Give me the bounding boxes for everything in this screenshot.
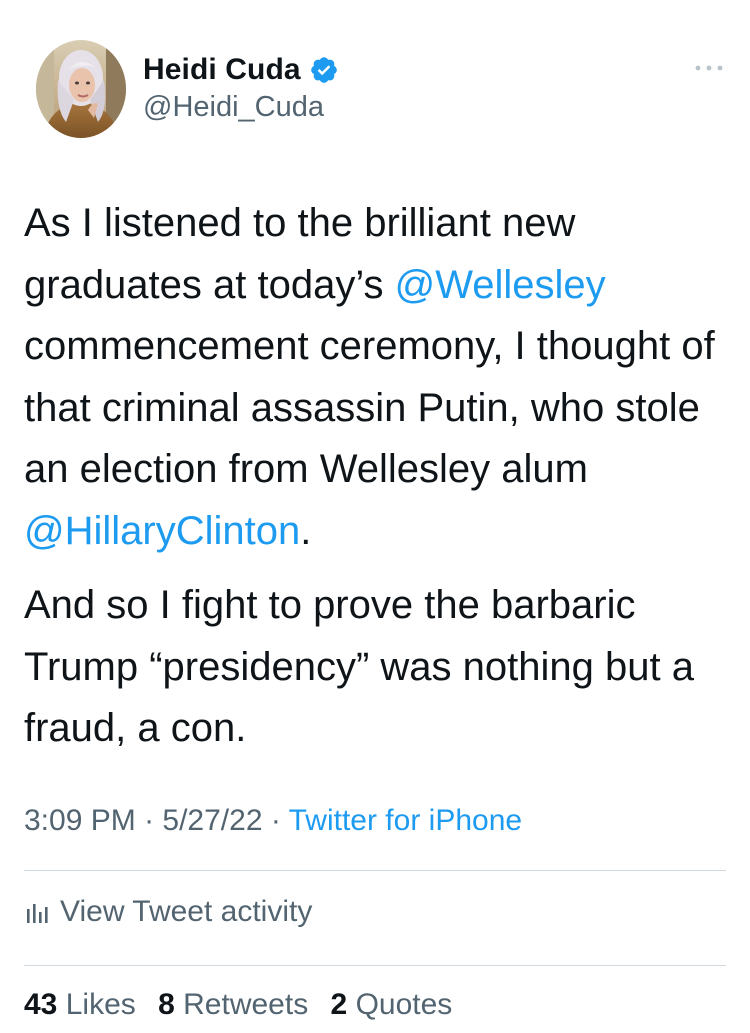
tweet-paragraph-1: As I listened to the brilliant new gradu… <box>24 193 724 562</box>
view-tweet-activity-button[interactable]: View Tweet activity <box>24 895 312 929</box>
tweet-text: As I listened to the brilliant new gradu… <box>24 193 724 760</box>
handle[interactable]: @Heidi_Cuda <box>143 91 324 124</box>
tweet-date[interactable]: 5/27/22 <box>162 804 262 837</box>
view-tweet-activity-label: View Tweet activity <box>60 895 313 928</box>
quotes-stat[interactable]: 2 Quotes <box>331 988 453 1021</box>
tweet-text-segment: . <box>300 508 312 553</box>
likes-stat[interactable]: 43 Likes <box>24 988 136 1021</box>
meta-separator: · <box>135 804 163 837</box>
verified-badge-icon <box>309 55 339 85</box>
retweets-stat[interactable]: 8 Retweets <box>158 988 308 1021</box>
likes-label: Likes <box>65 988 136 1021</box>
quotes-count: 2 <box>330 988 348 1021</box>
divider <box>24 965 726 966</box>
mention-link-wellesley[interactable]: @Wellesley <box>395 263 606 307</box>
tweet-text-segment: commencement ceremony, I thought of that… <box>24 324 715 491</box>
tweet-stats: 43 Likes 8 Retweets 2 Quotes <box>24 988 466 1022</box>
tweet-text-segment: And so I fight to prove the barbaric Tru… <box>24 583 694 750</box>
display-name[interactable]: Heidi Cuda <box>143 53 301 87</box>
tweet-source-link[interactable]: Twitter for iPhone <box>289 804 522 837</box>
retweets-count: 8 <box>158 988 175 1021</box>
likes-count: 43 <box>24 988 58 1021</box>
avatar-image <box>36 40 126 138</box>
tweet-time[interactable]: 3:09 PM <box>24 804 136 837</box>
divider <box>24 870 726 871</box>
retweets-label: Retweets <box>183 988 309 1021</box>
quotes-label: Quotes <box>355 988 453 1021</box>
meta-separator: · <box>262 804 289 837</box>
avatar[interactable] <box>36 40 126 138</box>
tweet-paragraph-2: And so I fight to prove the barbaric Tru… <box>24 575 724 760</box>
bar-chart-icon <box>27 904 48 923</box>
more-options-icon[interactable] <box>692 58 726 78</box>
tweet-metadata: 3:09 PM · 5/27/22 · Twitter for iPhone <box>24 804 522 838</box>
author-name-row[interactable]: Heidi Cuda <box>143 50 339 90</box>
tweet-detail: Heidi Cuda @Heidi_Cuda As I listened to … <box>0 0 750 1033</box>
mention-link-hillaryclinton[interactable]: @HillaryClinton <box>24 509 300 553</box>
